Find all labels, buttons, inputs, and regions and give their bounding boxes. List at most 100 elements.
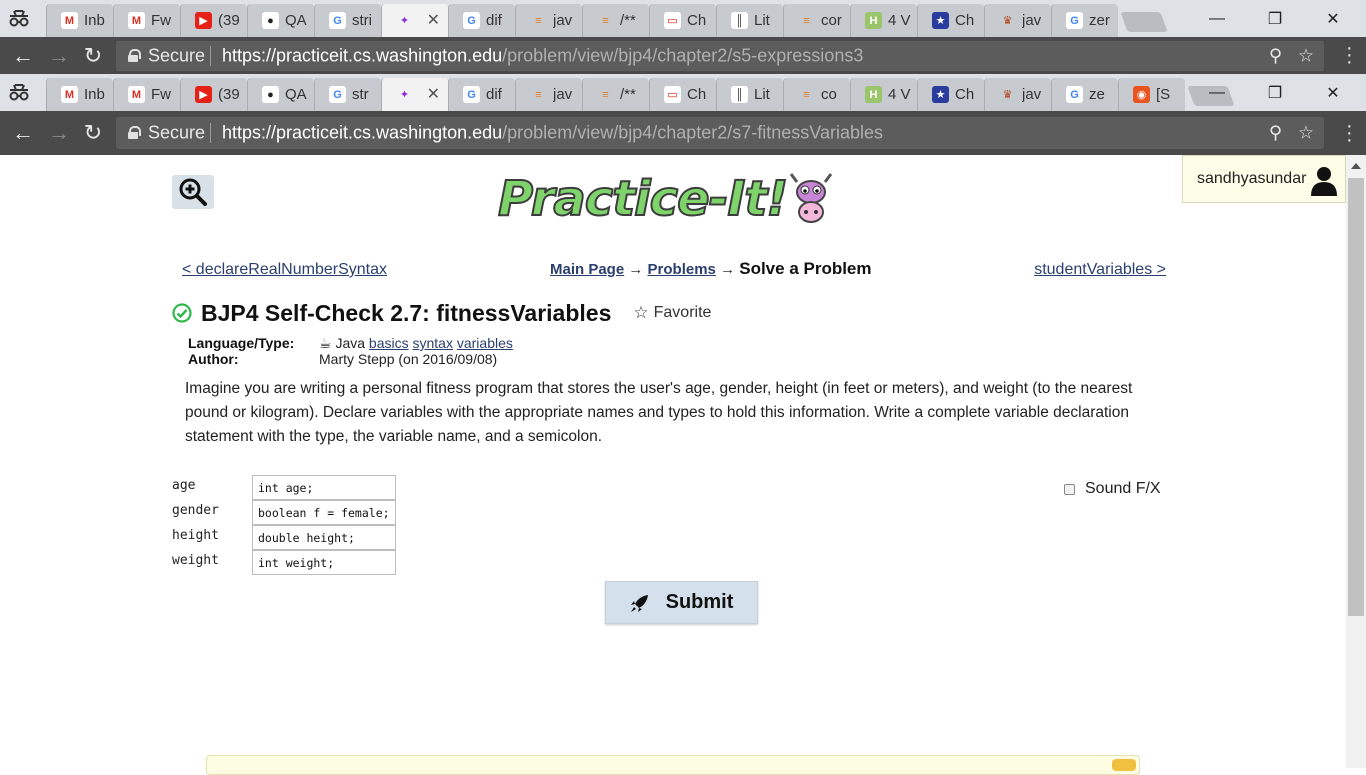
browser-tab[interactable]: ● QA — [247, 78, 314, 111]
back-icon[interactable]: ← — [8, 118, 38, 148]
crest-icon: ♛ — [1002, 15, 1013, 27]
scroll-up-icon[interactable] — [1351, 163, 1361, 169]
github-icon: ● — [262, 12, 279, 29]
zoom-icon[interactable]: ⚲ — [1269, 46, 1282, 67]
google-icon: G — [329, 12, 346, 29]
ubuntu-icon: ◉ — [1133, 86, 1150, 103]
browser-tab[interactable]: Gdif — [448, 78, 515, 111]
language-label: Language/Type: — [188, 335, 295, 351]
menu-icon[interactable]: · · · — [1346, 116, 1353, 150]
close-window-button[interactable]: ✕ — [1304, 0, 1362, 37]
scrollbar-thumb[interactable] — [1348, 178, 1364, 616]
browser-tab[interactable]: ║ Lit — [716, 4, 783, 37]
forward-icon[interactable]: → — [44, 118, 74, 148]
google-icon: G — [1066, 12, 1083, 29]
sound-fx-checkbox[interactable] — [1064, 483, 1075, 495]
star-icon: ★ — [932, 86, 949, 103]
browser-tab[interactable]: ★ Ch — [917, 78, 984, 111]
browser-tab[interactable]: ♛ jav — [984, 4, 1051, 37]
browser-tab[interactable]: Gstri — [314, 4, 381, 37]
browser-tab[interactable]: H 4 V — [850, 4, 917, 37]
maximize-button[interactable]: ❐ — [1246, 0, 1304, 37]
browser-tab[interactable]: M Fw — [113, 4, 180, 37]
secure-label: Secure — [148, 45, 206, 66]
reload-icon[interactable]: ↻ — [78, 118, 108, 148]
browser-tab[interactable]: M Inb — [46, 78, 113, 111]
reload-icon[interactable]: ↻ — [78, 41, 108, 71]
browser-tab[interactable]: ║ Lit — [716, 78, 783, 111]
user-account-box[interactable]: sandhyasundar — [1182, 155, 1346, 203]
oracle-icon: ▭ — [664, 86, 681, 103]
browser-tab[interactable]: ▭ Ch — [649, 78, 716, 111]
browser-tab[interactable]: M Inb — [46, 4, 113, 37]
browser-tab[interactable]: ≡ jav — [515, 4, 582, 37]
page-scrollbar[interactable] — [1346, 155, 1366, 768]
browser-tab[interactable]: Gdif — [448, 4, 515, 37]
star-outline-icon: ☆ — [633, 303, 649, 322]
minimize-button[interactable]: — — [1188, 74, 1246, 111]
close-window-button[interactable]: ✕ — [1304, 74, 1362, 111]
breadcrumb: Main Page → Problems → Solve a Problem — [550, 259, 872, 278]
height-input[interactable] — [252, 525, 396, 550]
google-icon: G — [463, 12, 480, 29]
browser-tab[interactable]: ≡ /** — [582, 78, 649, 111]
url-text[interactable]: https://practiceit.cs.washington.edu/pro… — [222, 46, 863, 67]
browser-tab[interactable]: H 4 V — [850, 78, 917, 111]
browser-tab[interactable]: Gzer — [1051, 4, 1118, 37]
bookmark-star-icon[interactable]: ☆ — [1298, 46, 1314, 67]
zoom-icon[interactable]: ⚲ — [1269, 123, 1282, 144]
address-bar-second[interactable]: Secure https://practiceit.cs.washington.… — [116, 117, 1324, 149]
sound-fx-toggle[interactable]: Sound F/X — [1064, 480, 1161, 498]
browser-tab[interactable]: ● QA — [247, 4, 314, 37]
browser-tab[interactable]: ▶ (39 — [180, 78, 247, 111]
tag-link[interactable]: variables — [457, 335, 513, 351]
browser-tab[interactable]: Gstr — [314, 78, 381, 111]
browser-tab[interactable]: ♛ jav — [984, 78, 1051, 111]
minimize-button[interactable]: — — [1188, 0, 1246, 37]
field-label: gender — [172, 503, 219, 518]
browser-tab[interactable]: ▭ Ch — [649, 4, 716, 37]
menu-icon[interactable]: · · · — [1346, 38, 1353, 72]
browser-tab[interactable]: ≡ cor — [783, 4, 850, 37]
new-tab-button[interactable] — [1120, 12, 1168, 32]
close-tab-icon[interactable]: ✕ — [427, 84, 440, 104]
browser-tab[interactable]: Gze — [1051, 78, 1118, 111]
tab-label: Ch — [687, 12, 707, 29]
tab-label: Ch — [955, 86, 975, 103]
next-problem-link[interactable]: studentVariables > — [1034, 261, 1166, 279]
close-tab-icon[interactable]: ✕ — [427, 10, 440, 30]
wikihow-icon: H — [865, 12, 882, 29]
url-text[interactable]: https://practiceit.cs.washington.edu/pro… — [222, 123, 883, 144]
previous-problem-link[interactable]: < declareRealNumberSyntax — [182, 261, 387, 279]
crest-icon: ♛ — [1002, 89, 1013, 101]
tab-label: Inb — [84, 86, 105, 103]
practice-it-logo[interactable]: Practice-It! — [497, 169, 833, 229]
weight-input[interactable] — [252, 550, 396, 575]
bottom-panel — [206, 755, 1140, 775]
tab-label: [S — [1156, 86, 1171, 103]
submit-button[interactable]: Submit — [605, 581, 758, 624]
gender-input[interactable] — [252, 500, 396, 525]
browser-tab[interactable]: ≡ /** — [582, 4, 649, 37]
problem-description: Imagine you are writing a personal fitne… — [185, 380, 1133, 445]
bookmark-star-icon[interactable]: ☆ — [1298, 123, 1314, 144]
tag-link[interactable]: basics — [369, 335, 409, 351]
browser-tab[interactable]: ≡ jav — [515, 78, 582, 111]
browser-tab[interactable]: ◉ [S — [1118, 78, 1185, 111]
address-bar-top[interactable]: Secure https://practiceit.cs.washington.… — [116, 41, 1324, 71]
crumb-main-page[interactable]: Main Page — [550, 261, 624, 278]
browser-tab[interactable]: ≡ co — [783, 78, 850, 111]
browser-tab[interactable]: ▶ (39 — [180, 4, 247, 37]
maximize-button[interactable]: ❐ — [1246, 74, 1304, 111]
favorite-button[interactable]: ☆ Favorite — [633, 303, 711, 323]
browser-tab[interactable]: ✦ ✕ — [381, 4, 448, 37]
zoom-page-button[interactable] — [172, 175, 214, 209]
browser-tab[interactable]: ★ Ch — [917, 4, 984, 37]
crumb-problems[interactable]: Problems — [648, 261, 716, 278]
tag-link[interactable]: syntax — [413, 335, 453, 351]
age-input[interactable] — [252, 475, 396, 500]
browser-tab[interactable]: M Fw — [113, 78, 180, 111]
back-icon[interactable]: ← — [8, 41, 38, 71]
forward-icon[interactable]: → — [44, 41, 74, 71]
browser-tab[interactable]: ✦ ✕ — [381, 78, 448, 111]
